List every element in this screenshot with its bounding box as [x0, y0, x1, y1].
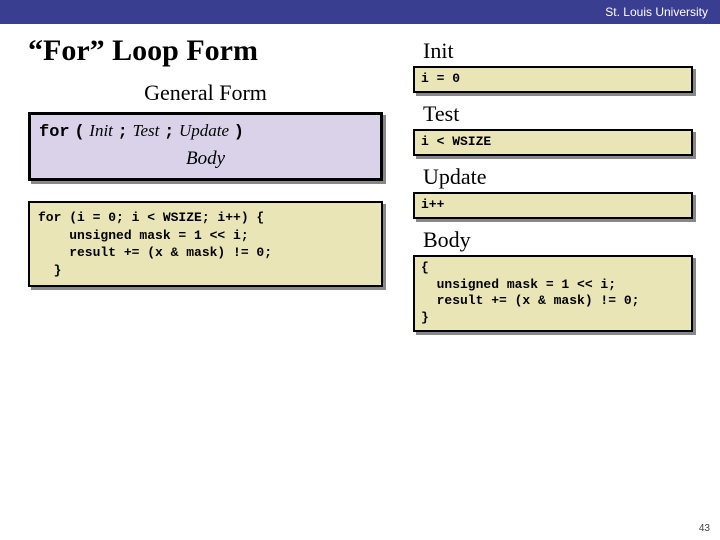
- left-column: “For” Loop Form General Form for ( Init …: [28, 34, 383, 340]
- slide-title: “For” Loop Form: [28, 34, 383, 68]
- test-code: i < WSIZE: [413, 129, 693, 156]
- full-code-example: for (i = 0; i < WSIZE; i++) { unsigned m…: [28, 201, 383, 287]
- right-column: Init i = 0 Test i < WSIZE Update i++ Bod…: [413, 34, 693, 340]
- university-name: St. Louis University: [605, 5, 708, 19]
- test-label: Test: [423, 101, 693, 127]
- for-syntax-line: for ( Init ; Test ; Update ): [39, 121, 372, 142]
- body-label: Body: [423, 227, 693, 253]
- update-code: i++: [413, 192, 693, 219]
- keyword-for: for: [39, 123, 70, 142]
- body-code: { unsigned mask = 1 << i; result += (x &…: [413, 255, 693, 333]
- general-form-heading: General Form: [28, 80, 383, 106]
- update-placeholder: Update: [179, 121, 229, 140]
- header-bar: St. Louis University: [0, 0, 720, 24]
- paren-close: ): [234, 123, 244, 142]
- init-placeholder: Init: [89, 121, 113, 140]
- test-placeholder: Test: [133, 121, 160, 140]
- semicolon-1: ;: [118, 123, 128, 142]
- init-label: Init: [423, 38, 693, 64]
- general-form-box: for ( Init ; Test ; Update ) Body: [28, 112, 383, 181]
- slide-content: “For” Loop Form General Form for ( Init …: [0, 24, 720, 340]
- paren-open: (: [74, 123, 84, 142]
- page-number: 43: [699, 523, 710, 534]
- init-code: i = 0: [413, 66, 693, 93]
- body-placeholder: Body: [39, 148, 372, 170]
- update-label: Update: [423, 164, 693, 190]
- semicolon-2: ;: [164, 123, 174, 142]
